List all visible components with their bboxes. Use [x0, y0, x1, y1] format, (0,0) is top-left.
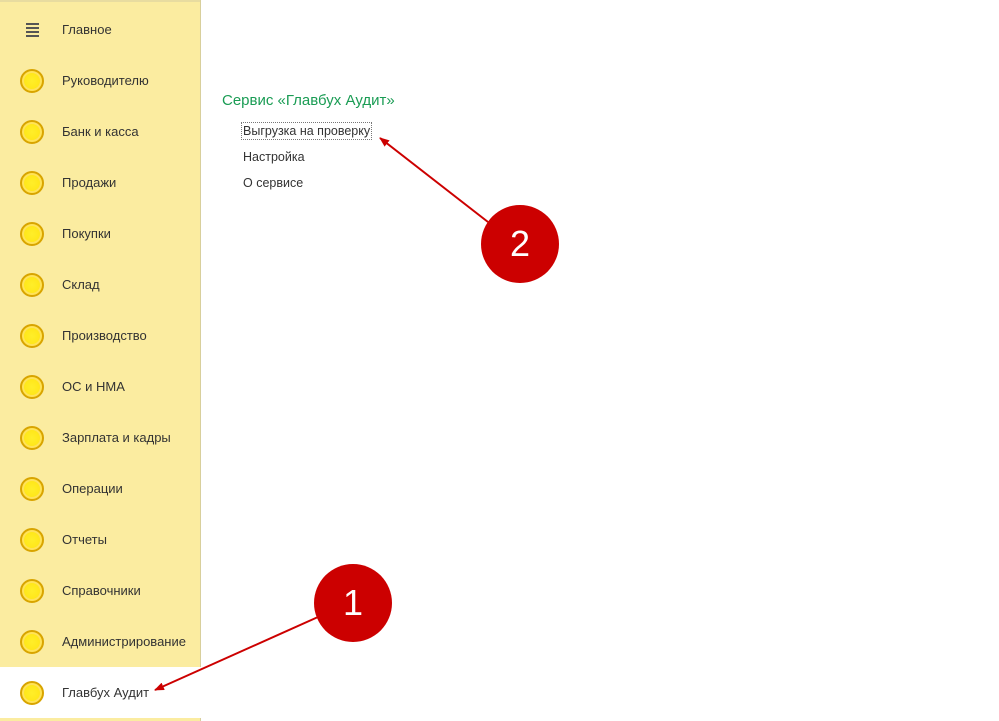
step-2-badge: 2	[481, 205, 559, 283]
sidebar-item-label: Операции	[62, 481, 123, 496]
arrow-step-2	[379, 137, 489, 223]
sidebar-item-sales[interactable]: Продажи	[0, 157, 200, 208]
sidebar-item-director[interactable]: Руководителю	[0, 55, 200, 106]
sidebar-top-divider	[0, 0, 200, 2]
sidebar-item-references[interactable]: Справочники	[0, 565, 200, 616]
sidebar-item-label: Главбух Аудит	[62, 685, 150, 700]
export-for-review-link[interactable]: Выгрузка на проверку	[241, 122, 373, 140]
coin-icon	[18, 628, 46, 656]
sidebar-item-label: Склад	[62, 277, 100, 292]
sidebar-item-label: Отчеты	[62, 532, 107, 547]
sidebar-item-label: Банк и касса	[62, 124, 139, 139]
coin-icon	[18, 169, 46, 197]
sidebar-item-main[interactable]: Главное	[0, 4, 200, 55]
coin-icon	[18, 322, 46, 350]
sidebar-item-label: Руководителю	[62, 73, 149, 88]
sidebar-item-label: ОС и НМА	[62, 379, 125, 394]
coin-icon	[18, 526, 46, 554]
sidebar-item-label: Справочники	[62, 583, 141, 598]
coin-icon	[18, 679, 46, 707]
coin-icon	[18, 424, 46, 452]
settings-link[interactable]: Настройка	[243, 150, 305, 164]
sidebar-item-purchases[interactable]: Покупки	[0, 208, 200, 259]
coin-icon	[18, 475, 46, 503]
sidebar-item-label: Главное	[62, 22, 112, 37]
sidebar-item-operations[interactable]: Операции	[0, 463, 200, 514]
coin-icon	[18, 373, 46, 401]
sidebar: Главное Руководителю Банк и касса Продаж…	[0, 0, 201, 721]
sidebar-item-fixed-assets[interactable]: ОС и НМА	[0, 361, 200, 412]
coin-icon	[18, 118, 46, 146]
sidebar-item-label: Производство	[62, 328, 147, 343]
sidebar-item-reports[interactable]: Отчеты	[0, 514, 200, 565]
section-title: Сервис «Главбух Аудит»	[222, 92, 395, 109]
sidebar-item-bank[interactable]: Банк и касса	[0, 106, 200, 157]
sidebar-item-label: Зарплата и кадры	[62, 430, 171, 445]
coin-icon	[18, 577, 46, 605]
hamburger-icon	[18, 16, 46, 44]
about-service-link[interactable]: О сервисе	[243, 176, 303, 190]
sidebar-item-glavbukh-audit[interactable]: Главбух Аудит	[0, 667, 201, 718]
coin-icon	[18, 271, 46, 299]
coin-icon	[18, 67, 46, 95]
sidebar-item-warehouse[interactable]: Склад	[0, 259, 200, 310]
coin-icon	[18, 220, 46, 248]
sidebar-item-label: Продажи	[62, 175, 117, 190]
sidebar-item-production[interactable]: Производство	[0, 310, 200, 361]
sidebar-item-label: Администрирование	[62, 634, 186, 649]
sidebar-item-administration[interactable]: Администрирование	[0, 616, 200, 667]
sidebar-item-payroll[interactable]: Зарплата и кадры	[0, 412, 200, 463]
step-1-badge: 1	[314, 564, 392, 642]
sidebar-item-label: Покупки	[62, 226, 111, 241]
